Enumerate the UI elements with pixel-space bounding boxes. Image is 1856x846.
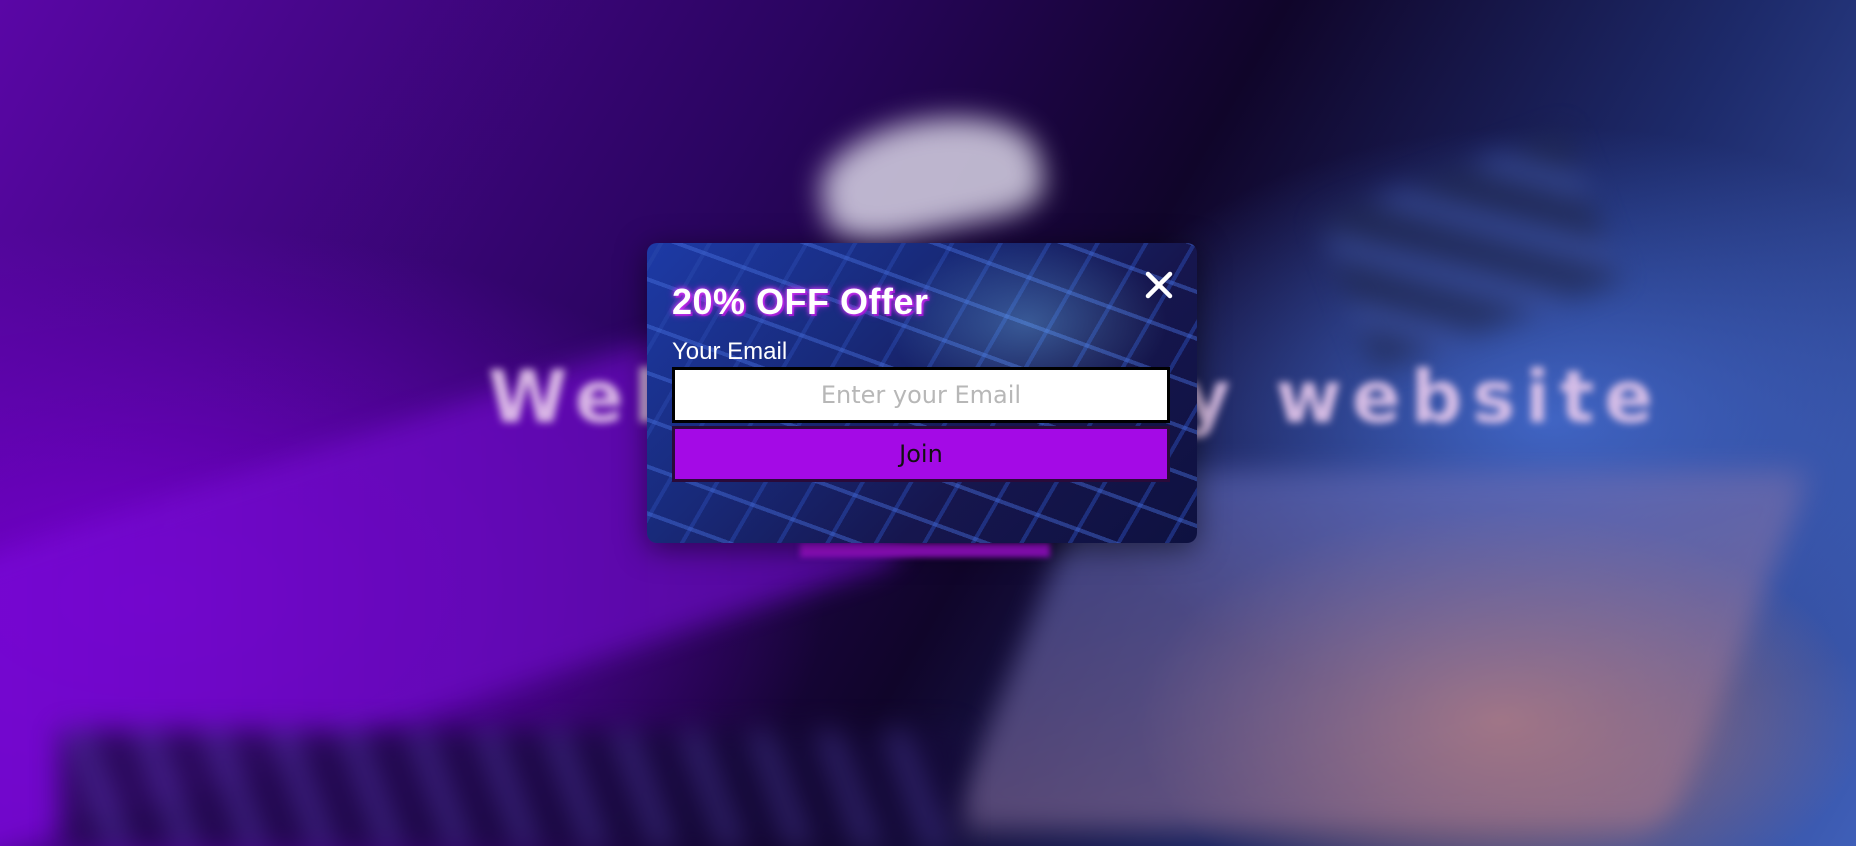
page-background: Welcome to my website 20% OFF Offer Your… — [0, 0, 1856, 846]
offer-popup: 20% OFF Offer Your Email Join — [647, 243, 1197, 543]
email-label: Your Email — [672, 338, 788, 365]
close-icon — [1145, 271, 1173, 299]
laptop-logo-backdrop — [810, 98, 1050, 252]
popup-title: 20% OFF Offer — [672, 281, 929, 322]
join-button[interactable]: Join — [672, 426, 1170, 482]
keyboard-keys-backdrop — [1320, 130, 1620, 370]
background-accent-bar — [800, 543, 1050, 557]
email-field[interactable] — [672, 367, 1170, 423]
close-button[interactable] — [1143, 269, 1175, 301]
keyboard-row-backdrop — [60, 730, 960, 846]
